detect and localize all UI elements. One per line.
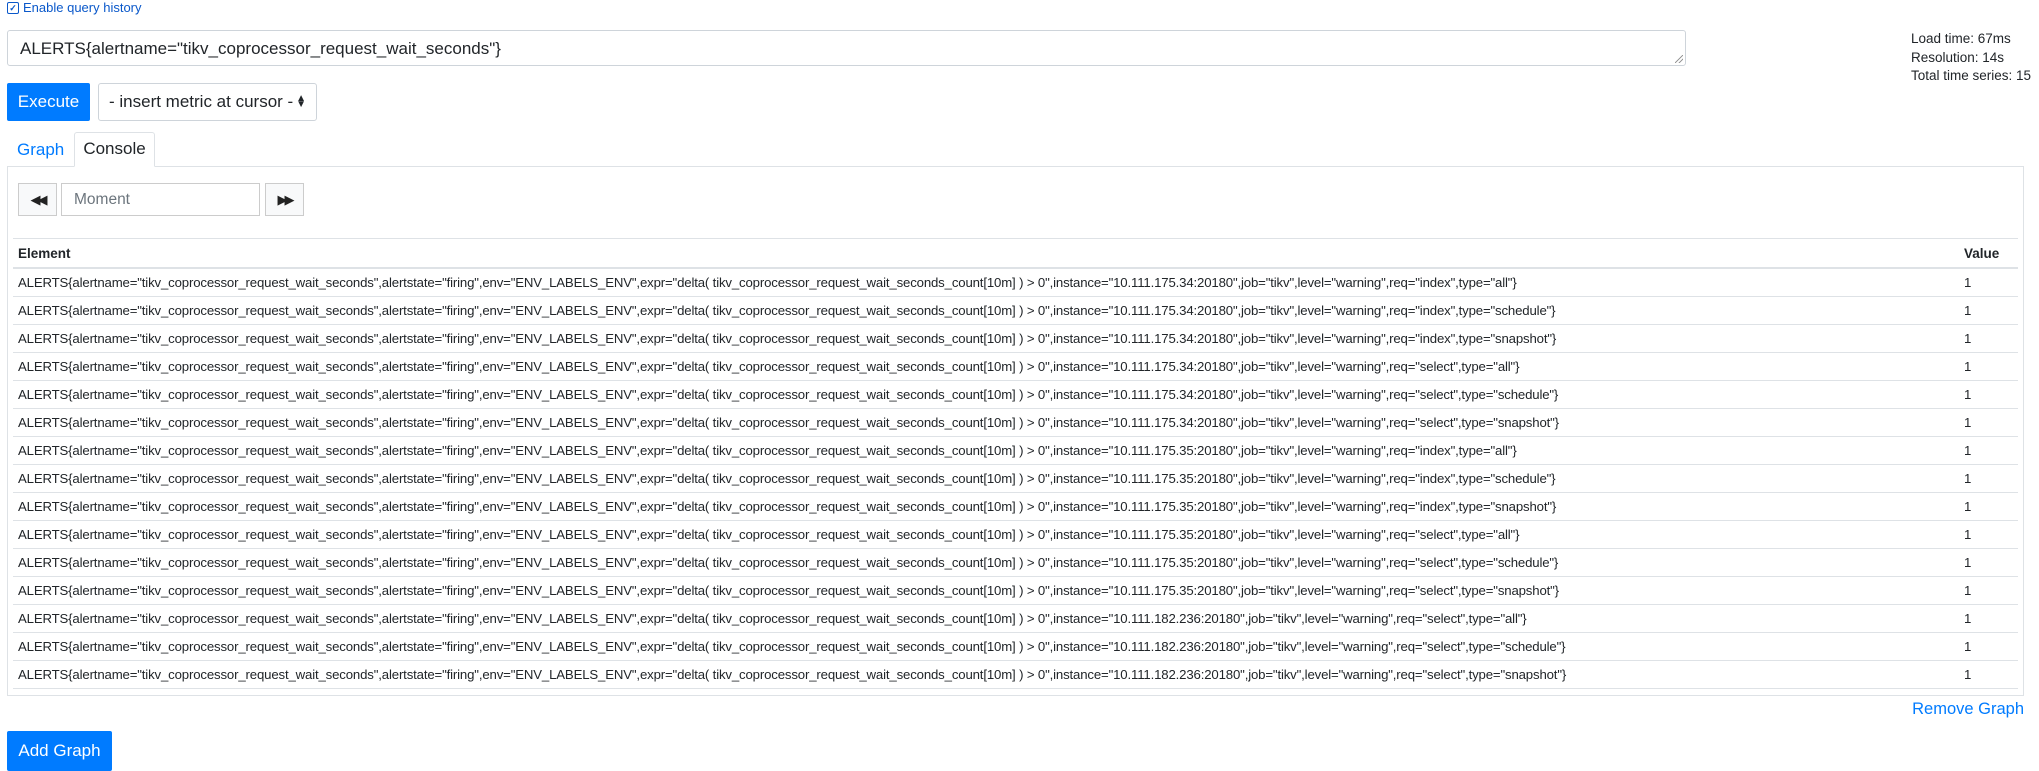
element-cell: ALERTS{alertname="tikv_coprocessor_reque… [18,611,1527,626]
results-table: Element Value ALERTS{alertname="tikv_cop… [13,238,2018,689]
element-cell: ALERTS{alertname="tikv_coprocessor_reque… [18,331,1557,346]
table-row: ALERTS{alertname="tikv_coprocessor_reque… [13,437,2018,465]
table-row: ALERTS{alertname="tikv_coprocessor_reque… [13,605,2018,633]
table-row: ALERTS{alertname="tikv_coprocessor_reque… [13,297,2018,325]
resize-grip-icon[interactable] [1675,55,1683,63]
value-cell: 1 [1964,359,1972,374]
column-value: Value [1964,245,2000,261]
table-header: Element Value [13,239,2018,269]
element-cell: ALERTS{alertname="tikv_coprocessor_reque… [18,415,1559,430]
load-time: Load time: 67ms [1911,31,2011,46]
table-row: ALERTS{alertname="tikv_coprocessor_reque… [13,577,2018,605]
value-cell: 1 [1964,555,1972,570]
tab-graph[interactable]: Graph [17,140,64,160]
element-cell: ALERTS{alertname="tikv_coprocessor_reque… [18,527,1520,542]
table-row: ALERTS{alertname="tikv_coprocessor_reque… [13,325,2018,353]
value-cell: 1 [1964,471,1972,486]
value-cell: 1 [1964,667,1972,682]
moment-input[interactable]: Moment [61,183,260,216]
value-cell: 1 [1964,583,1972,598]
insert-metric-select[interactable]: - insert metric at cursor - ▲ ▼ [98,83,317,121]
execute-button[interactable]: Execute [7,83,90,121]
table-row: ALERTS{alertname="tikv_coprocessor_reque… [13,353,2018,381]
element-cell: ALERTS{alertname="tikv_coprocessor_reque… [18,583,1559,598]
query-stats: Load time: 67ms Resolution: 14s Total ti… [1911,30,2031,86]
table-row: ALERTS{alertname="tikv_coprocessor_reque… [13,521,2018,549]
column-element: Element [18,245,71,261]
value-cell: 1 [1964,443,1972,458]
element-cell: ALERTS{alertname="tikv_coprocessor_reque… [18,275,1517,290]
element-cell: ALERTS{alertname="tikv_coprocessor_reque… [18,387,1559,402]
element-cell: ALERTS{alertname="tikv_coprocessor_reque… [18,443,1517,458]
value-cell: 1 [1964,639,1972,654]
table-row: ALERTS{alertname="tikv_coprocessor_reque… [13,549,2018,577]
value-cell: 1 [1964,527,1972,542]
value-cell: 1 [1964,387,1972,402]
add-graph-button[interactable]: Add Graph [7,731,112,771]
expression-input[interactable]: ALERTS{alertname="tikv_coprocessor_reque… [7,30,1686,66]
backward-icon: ◀◀ [30,191,48,207]
checkbox-checked-icon[interactable]: ✓ [7,1,19,14]
expression-text: ALERTS{alertname="tikv_coprocessor_reque… [20,39,501,58]
moment-back-button[interactable]: ◀◀ [18,183,57,216]
element-cell: ALERTS{alertname="tikv_coprocessor_reque… [18,303,1556,318]
value-cell: 1 [1964,303,1972,318]
element-cell: ALERTS{alertname="tikv_coprocessor_reque… [18,555,1559,570]
element-cell: ALERTS{alertname="tikv_coprocessor_reque… [18,667,1567,682]
element-cell: ALERTS{alertname="tikv_coprocessor_reque… [18,359,1520,374]
enable-query-history-toggle[interactable]: ✓ Enable query history [7,0,142,15]
table-row: ALERTS{alertname="tikv_coprocessor_reque… [13,409,2018,437]
insert-metric-select-value: - insert metric at cursor - [109,92,294,111]
forward-icon: ▶▶ [277,191,295,207]
element-cell: ALERTS{alertname="tikv_coprocessor_reque… [18,471,1556,486]
tab-console[interactable]: Console [74,132,155,167]
table-row: ALERTS{alertname="tikv_coprocessor_reque… [13,381,2018,409]
moment-forward-button[interactable]: ▶▶ [265,183,304,216]
element-cell: ALERTS{alertname="tikv_coprocessor_reque… [18,639,1566,654]
remove-graph-link[interactable]: Remove Graph [1912,700,2024,719]
table-row: ALERTS{alertname="tikv_coprocessor_reque… [13,269,2018,297]
table-row: ALERTS{alertname="tikv_coprocessor_reque… [13,661,2018,689]
value-cell: 1 [1964,611,1972,626]
table-row: ALERTS{alertname="tikv_coprocessor_reque… [13,465,2018,493]
value-cell: 1 [1964,415,1972,430]
resolution: Resolution: 14s [1911,49,2005,65]
value-cell: 1 [1964,499,1972,514]
element-cell: ALERTS{alertname="tikv_coprocessor_reque… [18,499,1557,514]
table-row: ALERTS{alertname="tikv_coprocessor_reque… [13,633,2018,661]
enable-query-history-label: Enable query history [23,0,142,15]
value-cell: 1 [1964,275,1972,290]
select-arrows-icon: ▲ ▼ [296,93,306,110]
total-time-series: Total time series: 15 [1911,68,2032,83]
table-row: ALERTS{alertname="tikv_coprocessor_reque… [13,493,2018,521]
value-cell: 1 [1964,331,1972,346]
